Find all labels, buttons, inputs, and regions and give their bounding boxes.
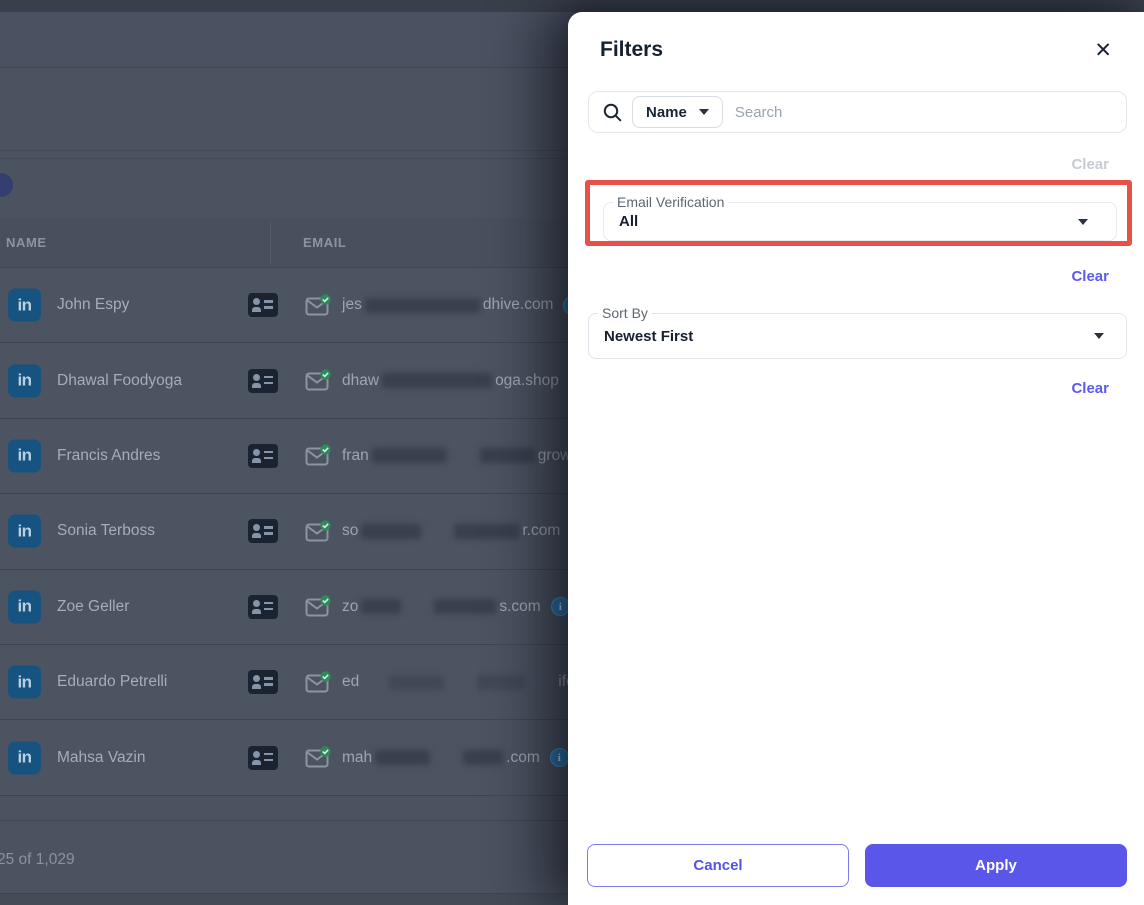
pagination-count: 25 of 1,029 (0, 851, 75, 868)
contact-name: Sonia Terboss (57, 522, 155, 540)
redacted-email-part (454, 523, 520, 539)
clear-sort-link[interactable]: Clear (1071, 380, 1109, 397)
chevron-down-icon (1094, 333, 1104, 339)
contact-card-icon[interactable] (248, 594, 278, 619)
redacted-email-part (477, 674, 526, 690)
verified-email-icon (305, 595, 331, 617)
column-divider (270, 222, 271, 263)
email-prefix: ed (342, 673, 360, 691)
cancel-button[interactable]: Cancel (587, 844, 849, 887)
verified-email-icon (305, 369, 331, 391)
clear-email-verification-link[interactable]: Clear (1071, 268, 1109, 285)
info-icon[interactable] (550, 597, 570, 617)
contact-name: Mahsa Vazin (57, 748, 146, 766)
email-column-header: EMAIL (303, 235, 347, 250)
verified-email-icon (305, 444, 331, 466)
clear-search-link[interactable]: Clear (1071, 156, 1109, 173)
email-prefix: fran (342, 446, 369, 464)
clipped-blue-badge (0, 173, 13, 197)
search-field-selector[interactable]: Name (632, 96, 723, 128)
email-suffix: .com (506, 748, 540, 766)
redacted-email-part (389, 674, 445, 690)
search-icon (603, 103, 622, 121)
highlight-annotation: Email Verification All (585, 180, 1132, 246)
email-verification-select[interactable]: Email Verification All (603, 194, 1117, 241)
linkedin-icon[interactable] (8, 364, 41, 398)
verified-email-icon (305, 293, 331, 316)
contact-name: Zoe Geller (57, 597, 130, 615)
contact-name: John Espy (57, 296, 130, 314)
linkedin-icon[interactable] (8, 514, 41, 548)
email-suffix: r.com (522, 522, 561, 540)
redacted-email-part (434, 599, 497, 615)
contact-card-icon[interactable] (248, 443, 278, 468)
linkedin-icon[interactable] (8, 741, 41, 775)
email-prefix: zo (342, 597, 359, 615)
redacted-email-part (382, 373, 493, 389)
email-prefix: dhaw (342, 371, 380, 389)
filters-drawer: Filters ✕ Name Clear Email Verification … (568, 12, 1144, 905)
email-prefix: jes (342, 296, 362, 314)
email-prefix: so (342, 522, 359, 540)
search-field-selector-label: Name (646, 103, 687, 121)
redacted-email-part (361, 599, 402, 615)
email-suffix: oga.shop (495, 371, 559, 389)
contact-name: Francis Andres (57, 446, 161, 464)
sort-by-value: Newest First (604, 327, 694, 345)
email-verification-value: All (619, 213, 639, 230)
redacted-email-part (364, 297, 480, 313)
sort-by-select[interactable]: Sort By Newest First (588, 305, 1127, 359)
email-prefix: mah (342, 748, 373, 766)
contact-name: Eduardo Petrelli (57, 673, 168, 691)
linkedin-icon[interactable] (8, 288, 41, 322)
close-icon[interactable]: ✕ (1090, 36, 1116, 65)
email-suffix: dhive.com (482, 296, 554, 314)
redacted-email-part (375, 750, 431, 766)
drawer-title: Filters (600, 38, 664, 61)
contact-card-icon[interactable] (248, 519, 278, 544)
redacted-email-part (479, 448, 535, 464)
contact-card-icon[interactable] (248, 368, 278, 393)
linkedin-icon[interactable] (8, 590, 41, 624)
linkedin-icon[interactable] (8, 665, 41, 699)
contact-card-icon[interactable] (248, 293, 278, 318)
verified-email-icon (305, 746, 331, 768)
contact-card-icon[interactable] (248, 670, 278, 695)
verified-email-icon (305, 670, 331, 693)
chevron-down-icon (1078, 218, 1088, 225)
search-bar: Name (588, 91, 1127, 133)
info-icon[interactable] (549, 748, 569, 768)
apply-button[interactable]: Apply (865, 844, 1127, 887)
top-dark-strip (0, 0, 1144, 12)
redacted-email-part (361, 523, 422, 539)
contact-name: Dhawal Foodyoga (57, 371, 182, 389)
chevron-down-icon (698, 109, 709, 115)
search-input[interactable] (722, 103, 1126, 121)
verified-email-icon (305, 520, 331, 542)
redacted-email-part (463, 750, 504, 766)
redacted-email-part (371, 448, 447, 464)
email-suffix: s.com (499, 597, 541, 615)
contact-card-icon[interactable] (248, 745, 278, 770)
name-column-header: NAME (6, 235, 47, 250)
linkedin-icon[interactable] (8, 439, 41, 473)
